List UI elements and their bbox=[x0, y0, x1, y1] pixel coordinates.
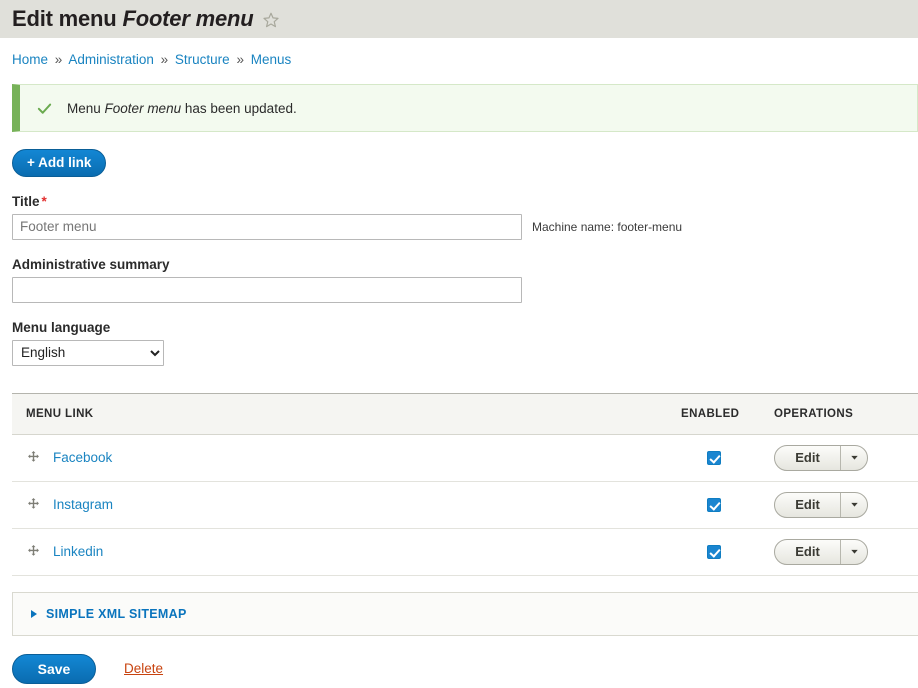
move-icon[interactable] bbox=[26, 497, 41, 512]
breadcrumb-separator: » bbox=[54, 52, 63, 67]
title-field-row: Machine name: footer-menu bbox=[12, 213, 918, 240]
language-form-item: Menu language English bbox=[12, 320, 918, 366]
menu-link-cell: Linkedin bbox=[12, 528, 667, 576]
status-message: Menu Footer menu has been updated. bbox=[12, 84, 918, 132]
menu-link-cell: Facebook bbox=[12, 434, 667, 482]
chevron-down-icon[interactable] bbox=[841, 540, 867, 564]
menu-link-instagram[interactable]: Instagram bbox=[53, 497, 113, 512]
enabled-cell bbox=[667, 434, 760, 482]
required-marker: * bbox=[41, 193, 47, 209]
administrative-summary-input[interactable] bbox=[12, 276, 522, 303]
menu-language-label: Menu language bbox=[12, 319, 111, 335]
triangle-right-icon bbox=[31, 609, 37, 618]
table-row: Linkedin Edit bbox=[12, 528, 918, 576]
title-input[interactable] bbox=[12, 213, 522, 240]
enabled-cell bbox=[667, 528, 760, 576]
menu-link-facebook[interactable]: Facebook bbox=[53, 450, 112, 465]
column-header-enabled: ENABLED bbox=[667, 392, 760, 435]
simple-xml-sitemap-summary[interactable]: SIMPLE XML SITEMAP bbox=[46, 607, 187, 621]
check-icon bbox=[36, 100, 53, 117]
page-title: Edit menu Footer menu bbox=[12, 6, 254, 32]
table-head: MENU LINK ENABLED OPERATIONS bbox=[12, 392, 918, 435]
move-icon[interactable] bbox=[26, 544, 41, 559]
edit-button-linkedin[interactable]: Edit bbox=[775, 539, 841, 564]
breadcrumb-item-structure[interactable]: Structure bbox=[175, 52, 230, 67]
form-actions: Save Delete bbox=[12, 653, 918, 684]
breadcrumb-separator: » bbox=[160, 52, 169, 67]
menu-links-table-wrapper: MENU LINK ENABLED OPERATIONS Facebook Ed… bbox=[12, 392, 918, 576]
menu-link-cell: Instagram bbox=[12, 481, 667, 529]
enabled-checkbox-linkedin[interactable] bbox=[706, 545, 721, 560]
breadcrumb-item-home[interactable]: Home bbox=[12, 52, 48, 67]
add-link-button[interactable]: + Add link bbox=[12, 149, 107, 177]
operations-dropbutton: Edit bbox=[774, 444, 868, 471]
operations-dropbutton: Edit bbox=[774, 538, 868, 565]
enabled-checkbox-facebook[interactable] bbox=[706, 451, 721, 466]
breadcrumb-item-menus[interactable]: Menus bbox=[251, 52, 292, 67]
status-message-emphasis: Footer menu bbox=[104, 100, 182, 116]
table-body: Facebook Edit Instagram Edit Linkedin Ed… bbox=[12, 434, 918, 576]
move-icon[interactable] bbox=[26, 450, 41, 465]
breadcrumb-separator: » bbox=[236, 52, 244, 67]
table-row: Instagram Edit bbox=[12, 481, 918, 529]
enabled-cell bbox=[667, 481, 760, 529]
title-label-text: Title bbox=[12, 193, 40, 209]
status-message-prefix: Menu bbox=[67, 100, 101, 116]
simple-xml-sitemap-details[interactable]: SIMPLE XML SITEMAP bbox=[12, 591, 918, 636]
operations-cell: Edit bbox=[760, 434, 918, 482]
star-outline-icon[interactable] bbox=[262, 11, 280, 29]
title-form-item: Title* Machine name: footer-menu bbox=[12, 194, 918, 240]
page-title-prefix: Edit menu bbox=[12, 6, 117, 31]
status-message-text: Menu Footer menu has been updated. bbox=[67, 101, 297, 116]
summary-label: Administrative summary bbox=[12, 256, 170, 272]
machine-name-label: Machine name: footer-menu bbox=[532, 219, 683, 234]
breadcrumb-item-administration[interactable]: Administration bbox=[68, 52, 154, 67]
edit-button-facebook[interactable]: Edit bbox=[775, 445, 841, 470]
action-links: + Add link bbox=[0, 132, 918, 177]
status-message-suffix: has been updated. bbox=[184, 100, 297, 116]
table-header-row: MENU LINK ENABLED OPERATIONS bbox=[12, 392, 918, 435]
edit-button-instagram[interactable]: Edit bbox=[775, 492, 841, 517]
menu-language-select[interactable]: English bbox=[12, 339, 164, 366]
column-header-menu-link: MENU LINK bbox=[12, 392, 667, 435]
chevron-down-icon[interactable] bbox=[841, 446, 867, 470]
breadcrumb: Home » Administration » Structure » Menu… bbox=[0, 38, 918, 67]
save-button[interactable]: Save bbox=[12, 653, 96, 684]
title-label: Title * bbox=[12, 194, 918, 209]
chevron-down-icon[interactable] bbox=[841, 493, 867, 517]
enabled-checkbox-instagram[interactable] bbox=[706, 498, 721, 513]
table-row: Facebook Edit bbox=[12, 434, 918, 482]
summary-form-item: Administrative summary bbox=[12, 257, 918, 303]
operations-cell: Edit bbox=[760, 481, 918, 529]
menu-link-linkedin[interactable]: Linkedin bbox=[53, 544, 103, 559]
menu-edit-form: Title* Machine name: footer-menu Adminis… bbox=[0, 194, 918, 366]
operations-dropbutton: Edit bbox=[774, 491, 868, 518]
delete-link[interactable]: Delete bbox=[124, 661, 163, 676]
column-header-operations: OPERATIONS bbox=[760, 392, 918, 435]
page-title-menu-name: Footer menu bbox=[122, 6, 254, 31]
operations-cell: Edit bbox=[760, 528, 918, 576]
page-header: Edit menu Footer menu bbox=[0, 0, 918, 38]
menu-links-table: MENU LINK ENABLED OPERATIONS Facebook Ed… bbox=[12, 392, 918, 576]
